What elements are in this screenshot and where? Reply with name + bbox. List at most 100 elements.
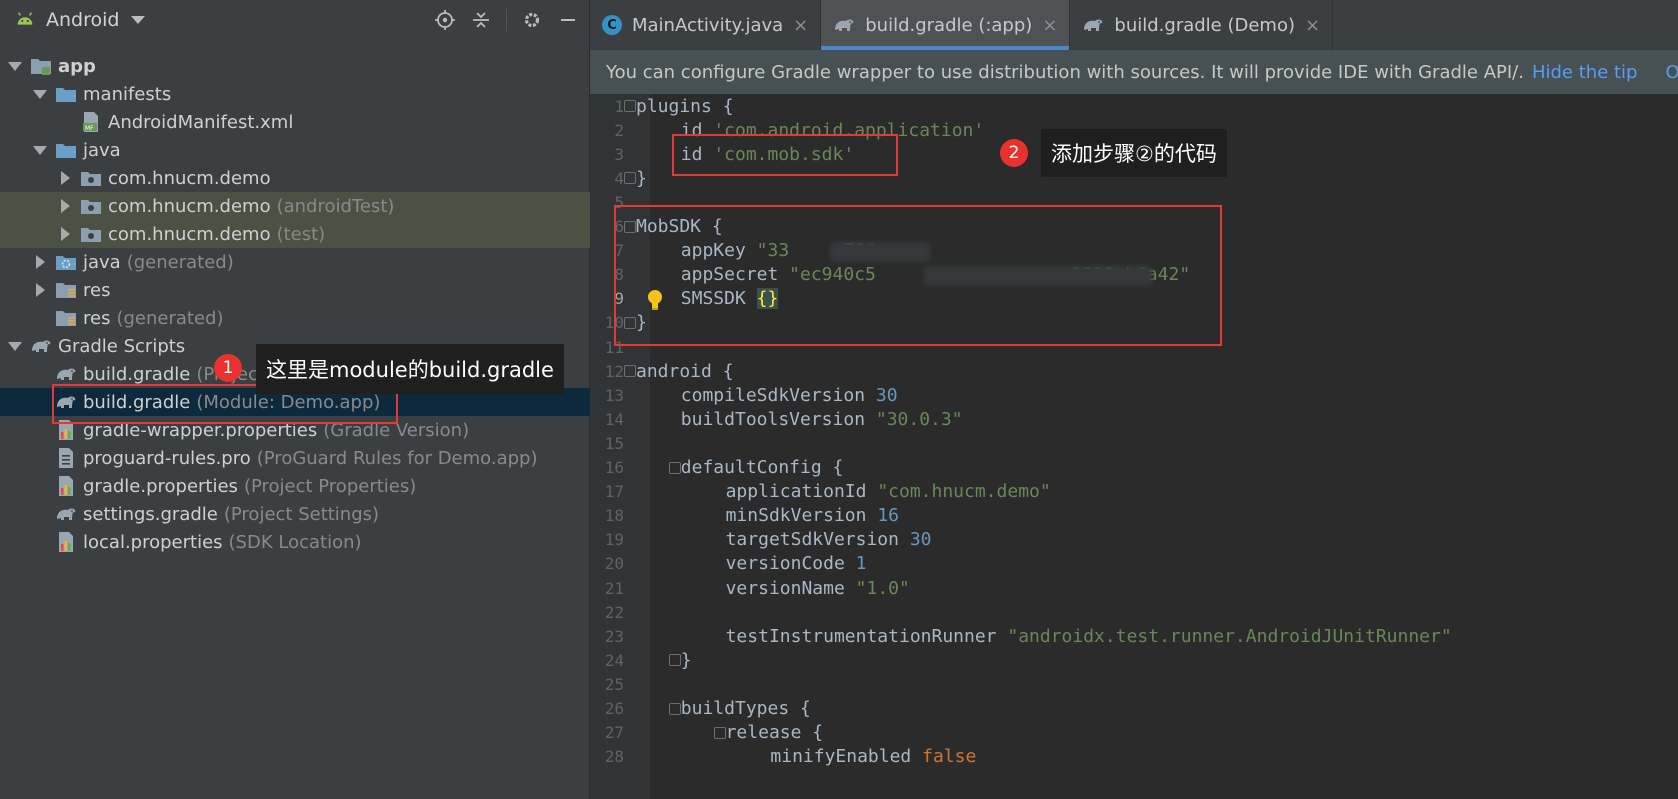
locate-target-icon[interactable] [434,9,456,31]
code-editor[interactable]: 1 plugins {2 id 'com.android.application' 3… [590,94,1678,799]
toolbar-divider [506,9,507,31]
fold-marker-icon[interactable] [668,461,681,474]
code-line: 28 minifyEnabled false [590,745,1678,769]
gradle-icon [55,363,77,385]
chevron-down-icon[interactable] [131,16,146,24]
tree-item[interactable]: res [0,276,590,304]
line-number: 26 [604,699,624,719]
code-token: compileSdkVersion [680,384,876,406]
fold-marker-icon[interactable] [624,365,636,378]
line-number: 13 [604,385,624,405]
code-token: "androidx.test.runner.AndroidJUnitRunner… [1007,625,1452,647]
chevron-right-icon[interactable] [33,255,47,269]
package-folder-icon [80,195,102,217]
close-icon[interactable]: × [1042,15,1057,36]
tree-item[interactable]: com.hnucm.demo (androidTest) [0,192,590,220]
line-number: 22 [604,602,624,622]
ok-apply-link[interactable]: Ok, ap [1665,62,1678,83]
code-token: 1 [855,553,867,575]
chevron-right-icon[interactable] [58,227,72,241]
code-line: 26 buildTypes { [590,697,1678,721]
tree-item[interactable]: app [0,52,590,80]
tree-item-label: res [83,307,111,329]
code-token: release { [725,722,824,744]
fold-marker-icon[interactable] [668,654,681,667]
gradle-tip-banner: You can configure Gradle wrapper to use … [590,50,1678,94]
code-token: "com.hnucm.demo" [877,481,1051,503]
tree-item[interactable]: com.hnucm.demo [0,164,590,192]
folder-icon [55,139,77,161]
code-text: defaultConfig { [681,457,844,478]
chevron-right-icon[interactable] [58,199,72,213]
editor-tab-label: MainActivity.java [632,14,784,36]
code-token: } [636,167,647,189]
annotation-box-plugin-id [672,134,898,176]
editor-tab[interactable]: build.gradle (:app) × [821,0,1071,50]
chevron-right-icon[interactable] [33,283,47,297]
code-text: versionCode 1 [726,553,867,574]
gradle-icon [1082,16,1104,34]
code-token: } [680,649,692,671]
code-token: "30.0.3" [875,408,963,430]
code-line: 24} [590,648,1678,672]
editor-tab-label: build.gradle (Demo) [1114,14,1295,36]
tree-item[interactable]: manifests [0,80,590,108]
tree-item[interactable]: java (generated) [0,248,590,276]
chevron-right-icon[interactable] [58,171,72,185]
fold-marker-icon[interactable] [668,702,681,715]
line-number: 17 [604,482,624,502]
code-text: compileSdkVersion 30 [681,385,898,406]
tree-item-label: app [58,55,96,77]
code-line: 16 defaultConfig { [590,456,1678,480]
fold-marker-icon[interactable] [713,726,726,739]
tree-item[interactable]: local.properties (SDK Location) [0,528,590,556]
chevron-down-icon[interactable] [8,339,22,353]
chevron-down-icon[interactable] [33,87,47,101]
hide-tip-link[interactable]: Hide the tip [1532,62,1638,83]
project-panel-header: Android [0,0,589,40]
code-token: minSdkVersion [725,505,878,527]
tree-item-hint: (SDK Location) [228,531,362,553]
gear-icon[interactable] [521,9,543,31]
minimize-icon[interactable] [557,9,579,31]
res-folder-icon [55,279,77,301]
text-file-icon [55,447,77,469]
tree-item-label: AndroidManifest.xml [108,111,294,133]
collapse-all-icon[interactable] [470,9,492,31]
annotation-box-mobsdk-block [614,205,1222,346]
line-number: 4 [614,168,624,188]
chevron-down-icon[interactable] [33,143,47,157]
editor-tab[interactable]: C MainActivity.java × [590,0,822,50]
tree-item[interactable]: gradle.properties (Project Properties) [0,472,590,500]
close-icon[interactable]: × [1305,15,1320,36]
code-line: 22 [590,600,1678,624]
android-icon [17,12,33,25]
tree-item[interactable]: res (generated) [0,304,590,332]
fold-marker-icon[interactable] [624,172,636,185]
editor-tab[interactable]: build.gradle (Demo) × [1070,0,1334,50]
tree-item[interactable]: settings.gradle (Project Settings) [0,500,590,528]
tree-item[interactable]: com.hnucm.demo (test) [0,220,590,248]
tree-item-hint: (androidTest) [276,195,395,217]
tree-item[interactable]: proguard-rules.pro (ProGuard Rules for De… [0,444,590,472]
project-view-selector[interactable]: Android [46,9,119,31]
tree-item[interactable]: java [0,136,590,164]
tree-item-label: gradle.properties [83,475,238,497]
code-text: android { [636,361,734,382]
code-token: minifyEnabled [770,746,923,768]
code-text: buildTypes { [681,698,811,719]
code-token: plugins { [636,95,734,117]
tree-item-label: Gradle Scripts [58,335,186,357]
code-line: 12 android { [590,359,1678,383]
fold-marker-icon[interactable] [624,100,636,113]
code-token: "1.0" [855,577,910,599]
line-number: 28 [604,747,624,767]
close-icon[interactable]: × [793,15,808,36]
line-number: 1 [614,96,624,116]
chevron-down-icon[interactable] [8,59,22,73]
line-number: 23 [604,626,624,646]
line-number: 20 [604,554,624,574]
tree-item-hint: (Project Properties) [243,475,417,497]
tree-item[interactable]: MF AndroidManifest.xml [0,108,590,136]
code-token: applicationId [725,481,878,503]
